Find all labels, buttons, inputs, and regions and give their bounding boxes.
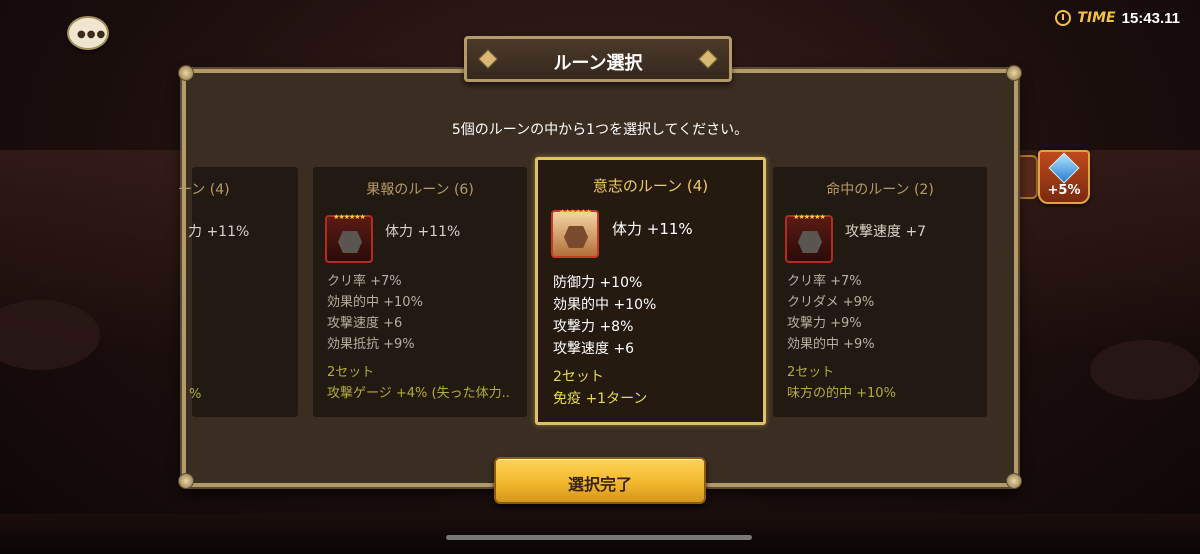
- star-rating: ★★★★★★: [559, 208, 592, 216]
- rune-sub-stat: 効果抵抗 +9%: [327, 337, 415, 352]
- corner-rivet: [178, 473, 194, 489]
- dialog-title-tab: ルーン選択: [464, 36, 732, 82]
- chat-button[interactable]: ●●●: [67, 16, 109, 50]
- rune-card[interactable]: 命中のルーン (2) ★★★★★★ 攻撃速度 +7 クリ率 +7% クリダメ +…: [773, 167, 987, 417]
- confirm-selection-label: 選択完了: [567, 475, 632, 494]
- home-indicator: [446, 535, 752, 540]
- side-icon-partial[interactable]: [1016, 155, 1038, 199]
- rune-shape-icon: [798, 231, 822, 253]
- corner-rivet: [1006, 65, 1022, 81]
- rune-card[interactable]: 果報のルーン (6) ★★★★★★ 体力 +11% クリ率 +7% 効果的中 +…: [313, 167, 527, 417]
- star-rating: ★★★★★★: [793, 213, 826, 221]
- rune-icon: ★★★★★★: [551, 208, 599, 258]
- dialog-title: ルーン選択: [553, 53, 643, 74]
- rune-main-stat: 体力 +11%: [612, 220, 693, 238]
- rune-name: 命中のルーン (2): [826, 182, 934, 198]
- rune-card-selected[interactable]: 意志のルーン (4) ★★★★★★ 体力 +11% 防御力 +10% 効果的中 …: [535, 157, 766, 425]
- chat-bubble-icon: ●●●: [77, 29, 107, 40]
- rune-sub-stat: 防御力 +10%: [553, 275, 643, 291]
- bottom-bar: [0, 514, 1200, 554]
- rune-sub-stat: クリ率 +7%: [787, 274, 862, 289]
- rune-main-stat: 攻撃速度 +7: [845, 224, 927, 240]
- rune-set-effect: %: [189, 387, 202, 402]
- rune-sub-stat: 効果的中 +10%: [327, 295, 423, 310]
- corner-rivet: [1006, 473, 1022, 489]
- rune-name: ーン (4): [178, 182, 230, 198]
- rune-sub-stat: 攻撃速度 +6: [327, 316, 403, 331]
- rune-sub-stat: 攻撃速度 +6: [553, 341, 635, 357]
- rune-set-effect: 免疫 +1ターン: [553, 391, 648, 407]
- rune-shape-icon: [338, 231, 362, 253]
- rune-set-effect: 攻撃ゲージ +4% (失った体力..: [327, 386, 510, 401]
- rune-sub-stat: 攻撃力 +8%: [553, 319, 634, 335]
- rune-bonus-icon[interactable]: +5%: [1038, 150, 1090, 204]
- time-value: 15:43.11: [1121, 9, 1180, 27]
- rune-main-stat: 力 +11%: [188, 224, 250, 240]
- rune-card[interactable]: ーン (4) 力 +11% %: [178, 167, 298, 417]
- clock-icon: [1055, 10, 1072, 26]
- rune-shape-icon: [564, 226, 588, 248]
- rune-bonus-label: +5%: [1047, 183, 1081, 198]
- rune-sub-stat: 効果的中 +10%: [553, 297, 657, 313]
- background-rock: [1090, 340, 1200, 400]
- rune-sub-stat: クリ率 +7%: [327, 274, 402, 289]
- rune-main-stat: 体力 +11%: [385, 224, 461, 240]
- rune-name: 果報のルーン (6): [366, 182, 474, 198]
- rune-set-label: 2セット: [787, 365, 835, 380]
- gem-icon: [1048, 152, 1080, 184]
- rune-name: 意志のルーン (4): [592, 177, 709, 195]
- confirm-selection-button[interactable]: 選択完了: [494, 457, 706, 504]
- timer: TIME 15:43.11: [1055, 8, 1180, 28]
- rune-set-label: 2セット: [553, 369, 604, 385]
- rune-icon: ★★★★★★: [325, 213, 373, 263]
- rune-sub-stat: クリダメ +9%: [787, 295, 875, 310]
- star-rating: ★★★★★★: [333, 213, 366, 221]
- rune-sub-stat: 効果的中 +9%: [787, 337, 875, 352]
- rune-icon: ★★★★★★: [785, 213, 833, 263]
- instruction-text: 5個のルーンの中から1つを選択してください。: [451, 122, 749, 138]
- corner-rivet: [178, 65, 194, 81]
- rune-set-effect: 味方の的中 +10%: [787, 386, 896, 401]
- rune-sub-stat: 攻撃力 +9%: [787, 316, 862, 331]
- rune-set-label: 2セット: [327, 365, 375, 380]
- time-label: TIME: [1077, 10, 1116, 26]
